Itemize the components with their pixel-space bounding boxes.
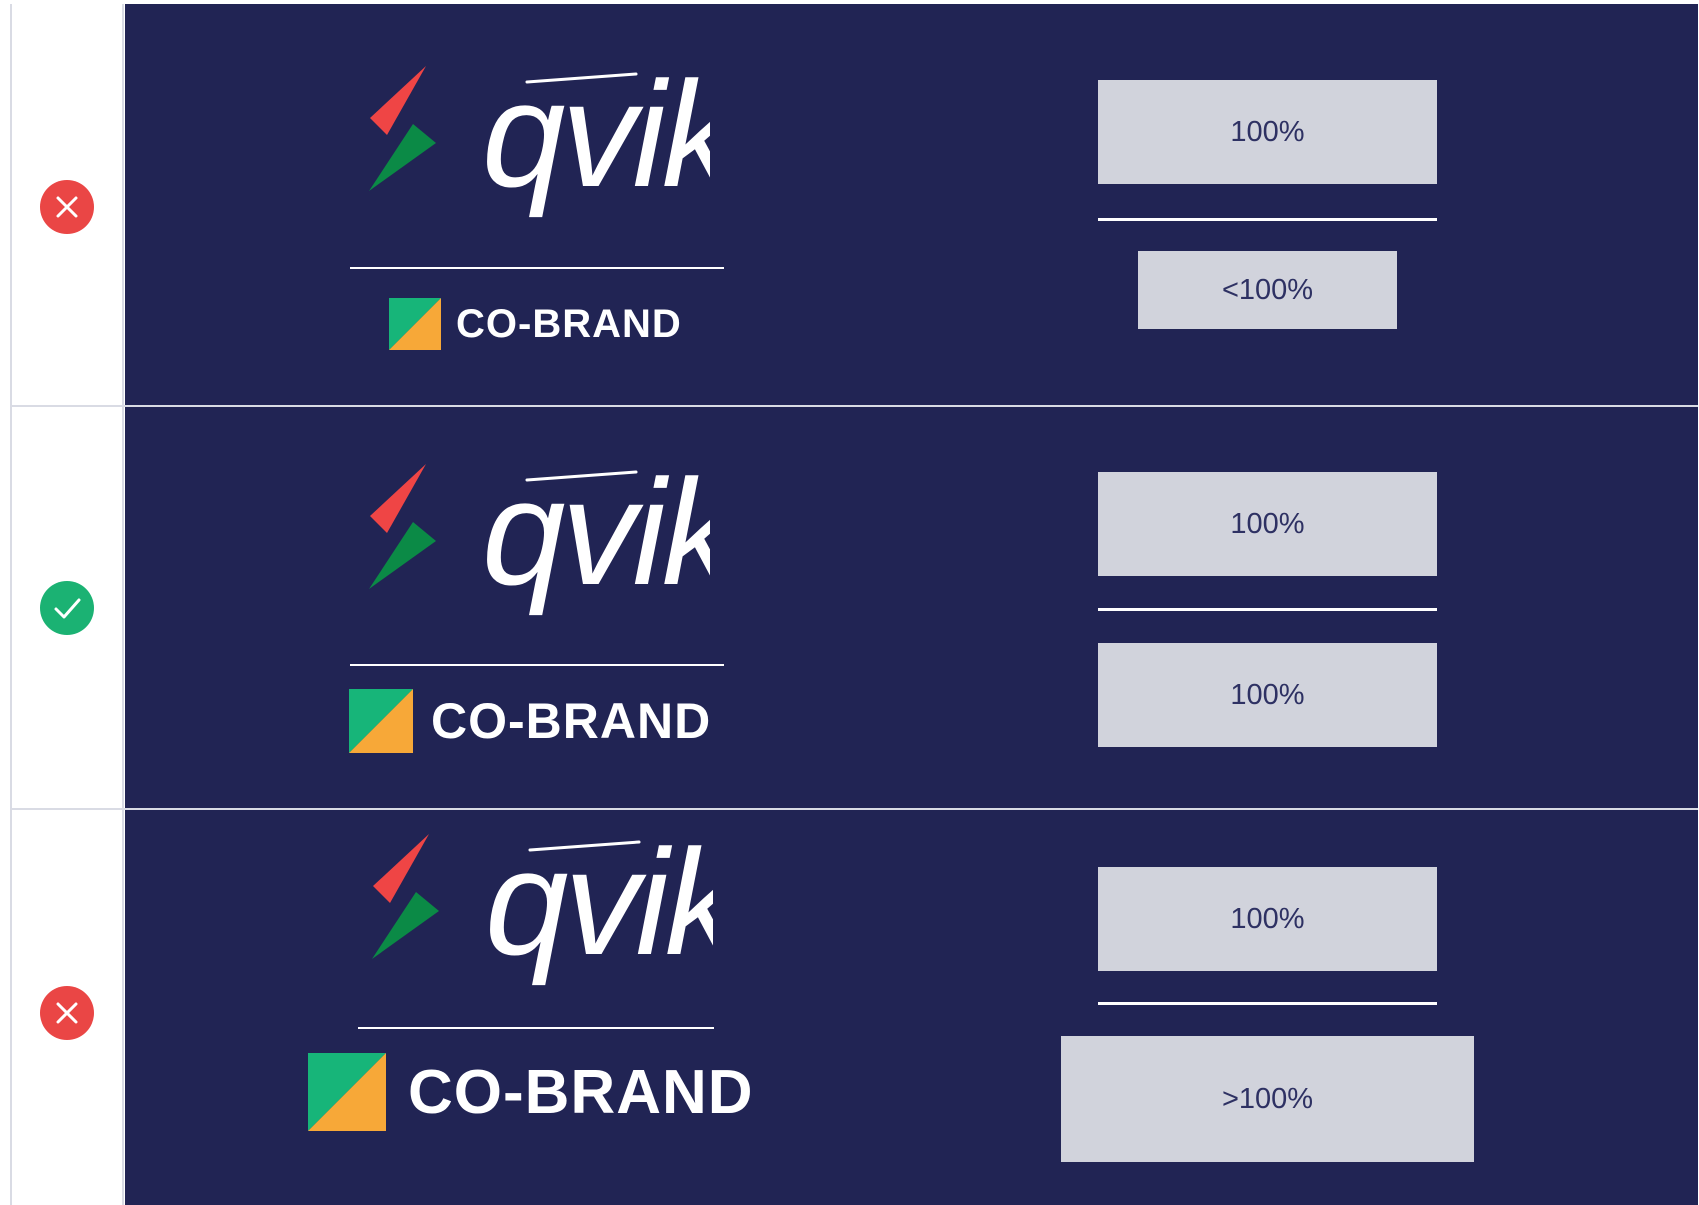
cobrand-label: CO-BRAND (456, 301, 682, 346)
box-divider (1098, 1002, 1437, 1005)
logo-separator-rule (350, 267, 724, 269)
comparison-row-1: qvik CO-BRAND 100% <100% (10, 4, 1698, 405)
x-icon (56, 196, 78, 218)
bolt-icon (369, 464, 436, 589)
logo-wordmark: qvik (485, 830, 713, 986)
cobrand-size-box: >100% (1061, 1036, 1474, 1162)
status-badge (40, 180, 94, 234)
box-divider (1098, 608, 1437, 611)
example-panel: qvik CO-BRAND 100% >100% (125, 810, 1698, 1205)
cobrand-label: CO-BRAND (431, 693, 712, 749)
bolt-icon (372, 834, 439, 959)
logo-separator-rule (358, 1027, 714, 1029)
comparison-row-2: qvik CO-BRAND 100% 100% (10, 407, 1698, 808)
status-gutter (10, 4, 124, 405)
qvik-logo: qvik (372, 830, 713, 986)
cobrand-mark-icon (349, 689, 413, 753)
cobrand-label: CO-BRAND (408, 1057, 754, 1127)
example-panel: qvik CO-BRAND 100% 100% (125, 407, 1698, 808)
status-gutter (10, 810, 124, 1205)
status-badge (40, 581, 94, 635)
check-icon (54, 598, 81, 619)
comparison-row-3: qvik CO-BRAND 100% >100% (10, 810, 1698, 1205)
qvik-logo: qvik (369, 62, 710, 218)
cobrand-lockup: CO-BRAND (308, 1053, 754, 1131)
primary-size-box: 100% (1098, 472, 1437, 576)
cobrand-lockup: CO-BRAND (349, 689, 711, 753)
qvik-logo: qvik (369, 460, 710, 616)
cobrand-mark-icon (308, 1053, 386, 1131)
example-panel: qvik CO-BRAND 100% <100% (125, 4, 1698, 405)
cobrand-size-box: 100% (1098, 643, 1437, 747)
status-gutter (10, 407, 124, 808)
x-icon (56, 1002, 78, 1024)
primary-size-box: 100% (1098, 867, 1437, 971)
cobrand-size-box: <100% (1138, 251, 1397, 329)
logo-wordmark: qvik (482, 62, 710, 218)
box-divider (1098, 218, 1437, 221)
primary-size-box: 100% (1098, 80, 1437, 184)
logo-wordmark: qvik (482, 460, 710, 616)
status-badge (40, 986, 94, 1040)
cobrand-lockup: CO-BRAND (389, 298, 682, 350)
logo-separator-rule (350, 664, 724, 666)
cobrand-mark-icon (389, 298, 441, 350)
bolt-icon (369, 66, 436, 191)
